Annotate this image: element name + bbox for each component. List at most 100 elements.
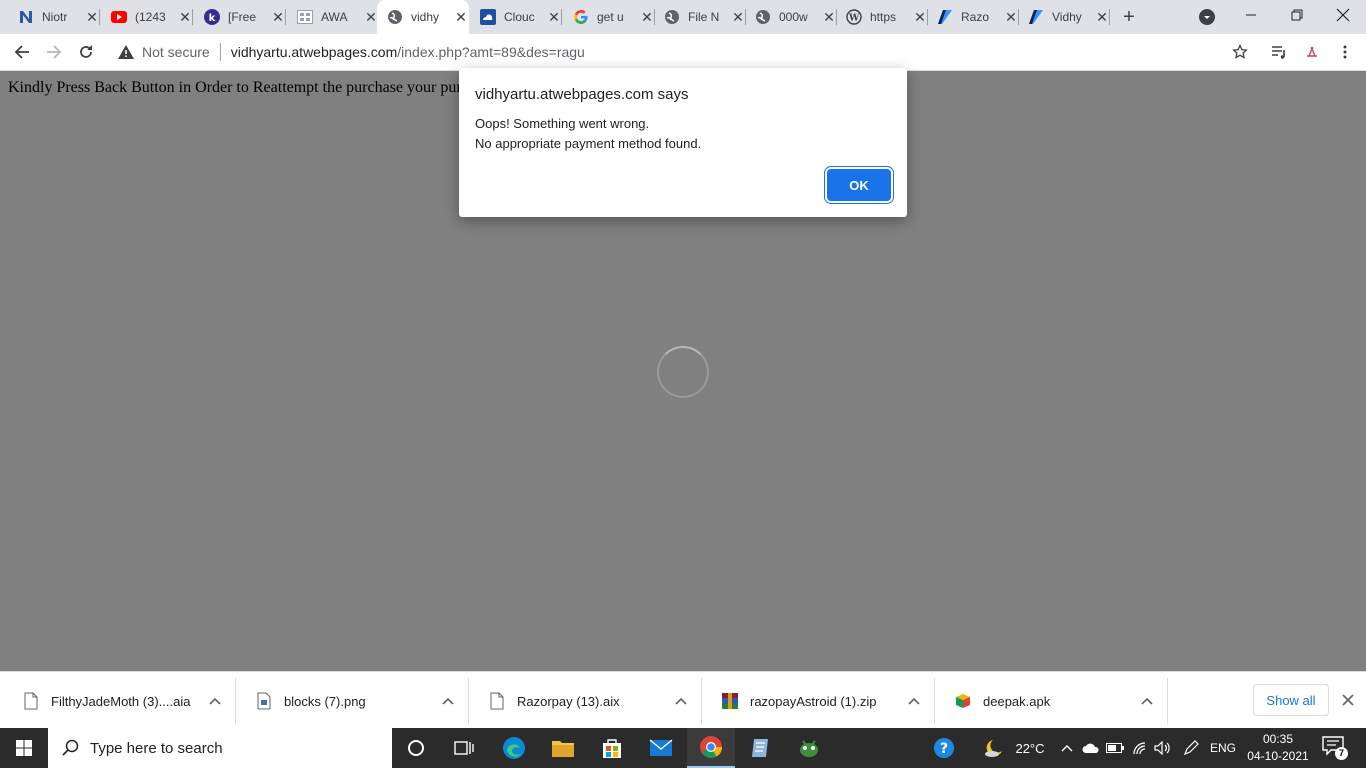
close-icon[interactable]: ✕: [912, 9, 928, 25]
tray-clock[interactable]: 00:35 04-10-2021: [1242, 731, 1314, 765]
reload-button[interactable]: [72, 38, 100, 66]
start-button[interactable]: [0, 728, 48, 768]
chevron-up-icon[interactable]: [673, 697, 689, 705]
action-center-button[interactable]: 7: [1322, 736, 1348, 760]
tab-title: (1243: [135, 10, 166, 24]
security-label: Not secure: [142, 44, 210, 60]
tray-volume[interactable]: [1152, 728, 1174, 768]
tray-battery[interactable]: [1104, 728, 1126, 768]
window-close-button[interactable]: [1320, 0, 1366, 30]
cortana-button[interactable]: [392, 728, 440, 768]
tray-network[interactable]: [1129, 728, 1151, 768]
chevron-up-icon: [1061, 745, 1073, 752]
tab-vidhy-active[interactable]: vidhy ✕: [377, 0, 469, 34]
download-filename: Razorpay (13).aix: [517, 693, 620, 709]
minimize-icon: [1246, 14, 1256, 16]
download-item[interactable]: FilthyJadeMoth (3)....aia: [3, 678, 236, 724]
taskbar-edge[interactable]: [490, 728, 538, 768]
url-text[interactable]: vidhyartu.atwebpages.com/index.php?amt=8…: [231, 44, 585, 60]
tab-title: Clouc: [504, 10, 535, 24]
download-item[interactable]: deepak.apk: [935, 678, 1168, 724]
tab-awa[interactable]: AWA ✕: [287, 0, 379, 34]
new-tab-button[interactable]: +: [1118, 6, 1140, 28]
tab-niotr[interactable]: Niotr ✕: [8, 0, 100, 34]
close-icon[interactable]: ✕: [453, 9, 469, 25]
tray-pen[interactable]: [1180, 728, 1202, 768]
taskbar-game-app[interactable]: [785, 728, 833, 768]
tab-cloud[interactable]: Clouc ✕: [470, 0, 562, 34]
page-message: Kindly Press Back Button in Order to Rea…: [8, 79, 463, 99]
tab-title: File N: [688, 10, 720, 24]
address-bar[interactable]: Not secure vidhyartu.atwebpages.com/inde…: [110, 37, 1260, 67]
taskbar-store[interactable]: [588, 728, 636, 768]
close-icon[interactable]: ✕: [84, 9, 100, 25]
tray-help-button[interactable]: ?: [928, 728, 960, 768]
extension-button[interactable]: [1298, 38, 1326, 66]
tab-vidhy[interactable]: Vidhy ✕: [1018, 0, 1110, 34]
chevron-up-icon[interactable]: [207, 697, 223, 705]
tab-title: Vidhy: [1052, 10, 1082, 24]
minimize-button[interactable]: [1228, 0, 1274, 30]
tab-separator: [192, 9, 193, 25]
close-icon[interactable]: ✕: [1094, 9, 1110, 25]
battery-icon: [1106, 743, 1124, 753]
restore-button[interactable]: [1274, 0, 1320, 30]
close-download-shelf-button[interactable]: [1338, 690, 1358, 710]
google-icon: [573, 9, 589, 25]
download-item[interactable]: razopayAstroid (1).zip: [702, 678, 935, 724]
close-icon[interactable]: ✕: [270, 9, 286, 25]
tab-https[interactable]: W https ✕: [836, 0, 928, 34]
bookmark-button[interactable]: [1226, 38, 1254, 66]
tray-onedrive[interactable]: [1080, 728, 1102, 768]
tab-youtube[interactable]: (1243 ✕: [101, 0, 193, 34]
download-filename: deepak.apk: [983, 693, 1051, 709]
download-shelf: FilthyJadeMoth (3)....aia blocks (7).png…: [0, 671, 1366, 728]
close-icon[interactable]: ✕: [1003, 9, 1019, 25]
browser-toolbar: Not secure vidhyartu.atwebpages.com/inde…: [0, 34, 1366, 71]
close-icon[interactable]: ✕: [639, 9, 655, 25]
download-item[interactable]: blocks (7).png: [236, 678, 469, 724]
taskbar-search-box[interactable]: Type here to search: [48, 728, 392, 768]
k-logo-icon: k: [204, 9, 220, 25]
back-button[interactable]: [8, 38, 36, 66]
close-icon: [1342, 694, 1354, 706]
chevron-up-icon[interactable]: [440, 697, 456, 705]
ok-button[interactable]: OK: [827, 169, 891, 201]
taskbar-file-explorer[interactable]: [539, 728, 587, 768]
close-icon[interactable]: ✕: [821, 9, 837, 25]
security-indicator[interactable]: Not secure: [118, 44, 210, 60]
tray-temperature[interactable]: 22°C: [1010, 728, 1050, 768]
tab-razo[interactable]: Razo ✕: [927, 0, 1019, 34]
show-all-downloads-button[interactable]: Show all: [1253, 684, 1329, 716]
tab-free[interactable]: k [Free ✕: [194, 0, 286, 34]
tray-language[interactable]: ENG: [1206, 728, 1240, 768]
tab-search-button[interactable]: [1199, 9, 1215, 25]
tab-get[interactable]: get u ✕: [563, 0, 655, 34]
taskbar-notepad-app[interactable]: [736, 728, 784, 768]
taskbar-chrome[interactable]: [687, 728, 735, 768]
download-filename: FilthyJadeMoth (3)....aia: [51, 693, 191, 709]
svg-text:W: W: [848, 14, 860, 24]
task-view-button[interactable]: [440, 728, 488, 768]
download-item[interactable]: Razorpay (13).aix: [469, 678, 702, 724]
tab-000w[interactable]: 000w ✕: [745, 0, 837, 34]
browser-menu-button[interactable]: [1331, 38, 1359, 66]
close-icon[interactable]: ✕: [546, 9, 562, 25]
tray-show-hidden-button[interactable]: [1058, 728, 1076, 768]
warning-icon: [118, 45, 134, 59]
media-control-button[interactable]: [1265, 38, 1293, 66]
forward-button[interactable]: [40, 38, 68, 66]
tab-title: https: [870, 10, 897, 24]
globe-icon: [387, 9, 403, 25]
taskbar-mail[interactable]: [637, 728, 685, 768]
tab-file[interactable]: File N ✕: [654, 0, 746, 34]
tray-weather-button[interactable]: [982, 728, 1006, 768]
close-icon[interactable]: ✕: [730, 9, 746, 25]
close-icon[interactable]: ✕: [177, 9, 193, 25]
tab-title: Razo: [961, 10, 990, 24]
omnibox-divider: [219, 43, 221, 61]
wifi-icon: [1133, 742, 1146, 755]
chevron-up-icon[interactable]: [906, 697, 922, 705]
star-icon: [1232, 44, 1248, 59]
chevron-up-icon[interactable]: [1139, 697, 1155, 705]
